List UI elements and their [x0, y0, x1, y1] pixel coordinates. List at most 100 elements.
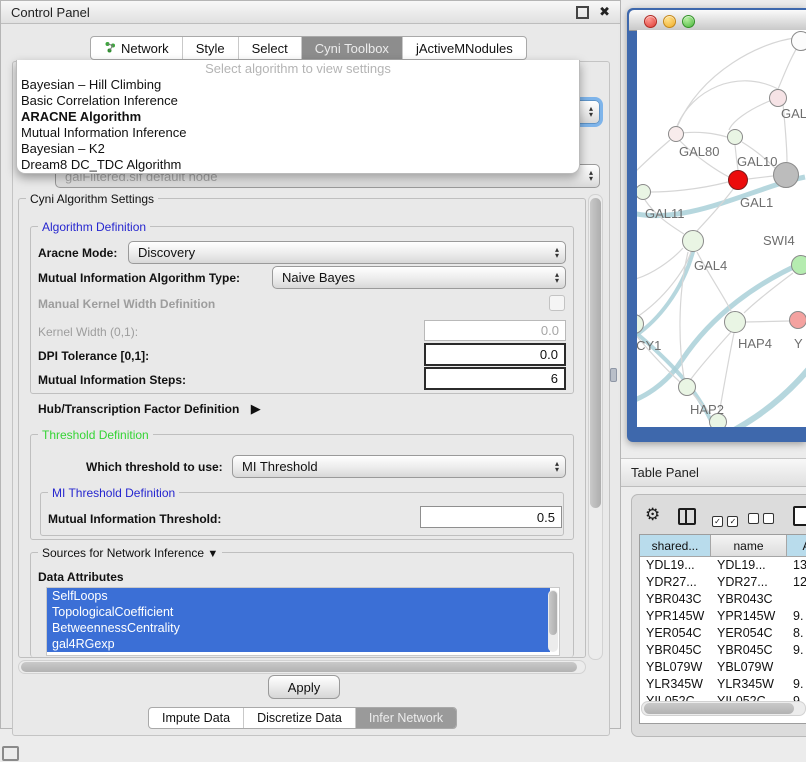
column-header-clipped[interactable]: A	[787, 535, 806, 557]
table-cell[interactable]	[787, 659, 793, 676]
table-cell[interactable]: YBL079W	[711, 659, 773, 676]
algorithm-option-mutual-information[interactable]: Mutual Information Inference	[17, 125, 579, 141]
table-cell[interactable]: 9.	[787, 642, 803, 659]
screen: { "control_panel": { "title": "Control P…	[0, 0, 806, 762]
columns-icon[interactable]	[678, 508, 696, 525]
select-all-columns-icon[interactable]: ✓ ✓	[712, 511, 738, 529]
settings-vertical-scrollbar[interactable]	[588, 194, 603, 660]
column-header-name[interactable]: name	[711, 535, 787, 557]
algorithm-option-bayesian-k2[interactable]: Bayesian – K2	[17, 141, 579, 157]
tab-infer-network[interactable]: Infer Network	[356, 708, 456, 728]
collapsed-panel-icon[interactable]	[2, 746, 19, 761]
table-cell[interactable]: YBR045C	[711, 642, 773, 659]
zoom-window-icon[interactable]	[682, 15, 695, 28]
gear-icon[interactable]: ⚙	[645, 505, 660, 525]
table-cell[interactable]: 9.	[787, 608, 803, 625]
data-attributes-list[interactable]: SelfLoops TopologicalCoefficient Between…	[46, 587, 560, 656]
table-cell[interactable]: YER054C	[640, 625, 702, 642]
panel-splitter-handle[interactable]	[610, 368, 617, 382]
apply-button[interactable]: Apply	[268, 675, 340, 699]
close-window-icon[interactable]	[644, 15, 657, 28]
settings-vscroll-thumb[interactable]	[590, 198, 601, 508]
table-cell[interactable]: YBR043C	[711, 591, 773, 608]
deselect-all-columns-icon[interactable]	[748, 511, 774, 529]
table-cell[interactable]: 13	[787, 557, 806, 574]
network-node[interactable]	[791, 31, 806, 51]
network-window-titlebar	[629, 10, 806, 31]
list-item[interactable]: SelfLoops	[47, 588, 550, 604]
algorithm-option-aracne[interactable]: ARACNE Algorithm	[17, 109, 579, 125]
mi-steps-value: 6	[551, 371, 558, 386]
table-cell[interactable]: YPR145W	[640, 608, 704, 625]
table-cell[interactable]: YBL079W	[640, 659, 702, 676]
aracne-mode-combo[interactable]: Discovery ▴▾	[128, 241, 566, 264]
network-node[interactable]	[727, 129, 743, 145]
new-table-icon[interactable]	[793, 506, 806, 526]
list-item[interactable]: BetweennessCentrality	[47, 620, 550, 636]
attributes-vscroll-thumb[interactable]	[549, 591, 557, 635]
column-header-shared-name[interactable]: shared...	[640, 535, 711, 557]
network-node[interactable]	[682, 230, 704, 252]
node-label: SWI4	[763, 233, 795, 248]
mi-threshold-field[interactable]: 0.5	[420, 506, 562, 528]
tab-impute-data[interactable]: Impute Data	[149, 708, 244, 728]
tab-style-label: Style	[196, 41, 225, 56]
column-header-label: name	[733, 539, 763, 553]
manual-kernel-width-label: Manual Kernel Width Definition	[38, 297, 215, 311]
list-item[interactable]: TopologicalCoefficient	[47, 604, 550, 620]
tab-select[interactable]: Select	[239, 37, 302, 59]
network-node[interactable]	[791, 255, 806, 275]
table-cell[interactable]: 9.	[787, 676, 803, 693]
network-node[interactable]	[678, 378, 696, 396]
network-node-selected[interactable]	[728, 170, 748, 190]
list-item[interactable]: gal4RGexp	[47, 636, 550, 652]
table-cell[interactable]: 8.	[787, 625, 803, 642]
network-node[interactable]	[668, 126, 684, 142]
table-cell[interactable]: YDR27...	[640, 574, 697, 591]
tab-jactivemnodules[interactable]: jActiveMNodules	[403, 37, 526, 59]
dpi-tolerance-field[interactable]: 0.0	[424, 343, 566, 366]
table-cell[interactable]: YDL19...	[711, 557, 766, 574]
algorithm-option-bayesian-hill-climbing[interactable]: Bayesian – Hill Climbing	[17, 77, 579, 93]
network-canvas[interactable]: GAL GAL80 GAL10 GAL1 GAL11 GAL4 SWI4 GCY…	[637, 30, 806, 427]
table-horizontal-scrollbar[interactable]	[641, 701, 806, 716]
expander-down-arrow-icon[interactable]: ▼	[207, 548, 218, 560]
which-threshold-combo[interactable]: MI Threshold ▴▾	[232, 455, 566, 478]
table-cell[interactable]: YBR043C	[640, 591, 702, 608]
mi-threshold-definition-title: MI Threshold Definition	[48, 486, 179, 500]
hub-definition-expander[interactable]: Hub/Transcription Factor Definition ▶	[38, 401, 261, 417]
table-cell[interactable]: YDR27...	[711, 574, 768, 591]
tab-network[interactable]: Network	[91, 37, 183, 59]
network-view-window: GAL GAL80 GAL10 GAL1 GAL11 GAL4 SWI4 GCY…	[627, 8, 806, 442]
table-cell[interactable]: 12	[787, 574, 806, 591]
close-panel-icon[interactable]: ✖	[599, 7, 610, 17]
kernel-width-field[interactable]: 0.0	[424, 320, 566, 341]
table-hscroll-thumb[interactable]	[644, 703, 794, 714]
table-cell[interactable]: YBR045C	[640, 642, 702, 659]
tab-style[interactable]: Style	[183, 37, 239, 59]
table-cell[interactable]	[787, 591, 793, 608]
network-node[interactable]	[789, 311, 806, 329]
node-label: HAP4	[738, 336, 772, 351]
algorithm-option-dream8[interactable]: Dream8 DC_TDC Algorithm	[17, 157, 579, 173]
algorithm-option-basic-correlation[interactable]: Basic Correlation Inference	[17, 93, 579, 109]
minimize-window-icon[interactable]	[663, 15, 676, 28]
network-node[interactable]	[724, 311, 746, 333]
mi-steps-field[interactable]: 6	[424, 367, 566, 390]
node-label: GAL11	[645, 206, 685, 221]
table-cell[interactable]: YDL19...	[640, 557, 695, 574]
tab-cyni-toolbox[interactable]: Cyni Toolbox	[302, 37, 403, 59]
table-cell[interactable]: YPR145W	[711, 608, 775, 625]
network-node[interactable]	[769, 89, 787, 107]
float-panel-icon[interactable]	[576, 6, 589, 19]
mi-algorithm-type-combo[interactable]: Naive Bayes ▴▾	[272, 266, 566, 289]
settings-hscroll-thumb[interactable]	[21, 662, 577, 672]
attributes-vscroll[interactable]	[548, 590, 558, 652]
tab-discretize-data[interactable]: Discretize Data	[244, 708, 356, 728]
combo-arrows-icon: ▴▾	[555, 272, 559, 284]
table-cell[interactable]: YLR345W	[711, 676, 774, 693]
settings-horizontal-scrollbar[interactable]	[18, 660, 586, 674]
table-cell[interactable]: YER054C	[711, 625, 773, 642]
table-cell[interactable]: YLR345W	[640, 676, 703, 693]
manual-kernel-width-checkbox[interactable]	[549, 295, 565, 311]
